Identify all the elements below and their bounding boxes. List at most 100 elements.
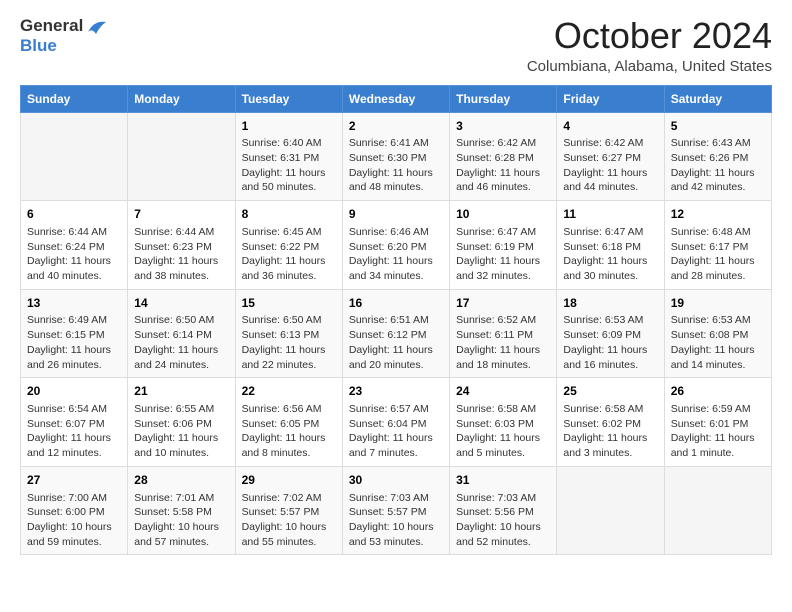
day-number: 11 — [563, 206, 657, 223]
day-number: 30 — [349, 472, 443, 489]
day-info: Sunrise: 6:40 AM Sunset: 6:31 PM Dayligh… — [242, 136, 336, 195]
calendar-cell: 17Sunrise: 6:52 AM Sunset: 6:11 PM Dayli… — [450, 289, 557, 378]
day-info: Sunrise: 6:44 AM Sunset: 6:24 PM Dayligh… — [27, 225, 121, 284]
day-number: 21 — [134, 383, 228, 400]
day-info: Sunrise: 6:53 AM Sunset: 6:09 PM Dayligh… — [563, 313, 657, 372]
calendar-cell: 2Sunrise: 6:41 AM Sunset: 6:30 PM Daylig… — [342, 112, 449, 201]
day-number: 17 — [456, 295, 550, 312]
logo-bird-icon — [86, 18, 108, 36]
col-header-saturday: Saturday — [664, 85, 771, 112]
day-info: Sunrise: 6:43 AM Sunset: 6:26 PM Dayligh… — [671, 136, 765, 195]
day-info: Sunrise: 6:54 AM Sunset: 6:07 PM Dayligh… — [27, 402, 121, 461]
calendar-cell: 20Sunrise: 6:54 AM Sunset: 6:07 PM Dayli… — [21, 378, 128, 467]
day-info: Sunrise: 6:48 AM Sunset: 6:17 PM Dayligh… — [671, 225, 765, 284]
day-info: Sunrise: 6:59 AM Sunset: 6:01 PM Dayligh… — [671, 402, 765, 461]
calendar-cell: 16Sunrise: 6:51 AM Sunset: 6:12 PM Dayli… — [342, 289, 449, 378]
day-info: Sunrise: 6:44 AM Sunset: 6:23 PM Dayligh… — [134, 225, 228, 284]
calendar-cell: 30 Sunrise: 7:03 AM Sunset: 5:57 PM Dayli… — [342, 466, 449, 555]
day-number: 3 — [456, 118, 550, 135]
day-info: Sunrise: 6:57 AM Sunset: 6:04 PM Dayligh… — [349, 402, 443, 461]
calendar-cell: 18Sunrise: 6:53 AM Sunset: 6:09 PM Dayli… — [557, 289, 664, 378]
day-info: Sunrise: 6:42 AM Sunset: 6:27 PM Dayligh… — [563, 136, 657, 195]
calendar-cell: 13Sunrise: 6:49 AM Sunset: 6:15 PM Dayli… — [21, 289, 128, 378]
day-number: 25 — [563, 383, 657, 400]
calendar-cell — [128, 112, 235, 201]
day-info: Sunrise: 7:00 AM Sunset: 6:00 PM Dayligh… — [27, 491, 121, 550]
day-info: Sunrise: 7:03 AM Sunset: 5:56 PM Dayligh… — [456, 491, 550, 550]
calendar-cell: 6 Sunrise: 6:44 AM Sunset: 6:24 PM Daylig… — [21, 201, 128, 290]
day-number: 7 — [134, 206, 228, 223]
day-info: Sunrise: 6:58 AM Sunset: 6:02 PM Dayligh… — [563, 402, 657, 461]
calendar-cell: 8 Sunrise: 6:45 AM Sunset: 6:22 PM Daylig… — [235, 201, 342, 290]
logo-text: General — [20, 16, 108, 36]
calendar-cell: 23 Sunrise: 6:57 AM Sunset: 6:04 PM Dayli… — [342, 378, 449, 467]
calendar-cell — [21, 112, 128, 201]
day-info: Sunrise: 6:42 AM Sunset: 6:28 PM Dayligh… — [456, 136, 550, 195]
day-info: Sunrise: 6:50 AM Sunset: 6:14 PM Dayligh… — [134, 313, 228, 372]
month-title: October 2024 — [527, 16, 772, 56]
calendar-cell: 26 Sunrise: 6:59 AM Sunset: 6:01 PM Dayli… — [664, 378, 771, 467]
day-info: Sunrise: 7:03 AM Sunset: 5:57 PM Dayligh… — [349, 491, 443, 550]
calendar-week-4: 20Sunrise: 6:54 AM Sunset: 6:07 PM Dayli… — [21, 378, 772, 467]
calendar-week-1: 1Sunrise: 6:40 AM Sunset: 6:31 PM Daylig… — [21, 112, 772, 201]
calendar-cell: 31 Sunrise: 7:03 AM Sunset: 5:56 PM Dayli… — [450, 466, 557, 555]
col-header-wednesday: Wednesday — [342, 85, 449, 112]
calendar: SundayMondayTuesdayWednesdayThursdayFrid… — [20, 85, 772, 556]
calendar-cell: 11 Sunrise: 6:47 AM Sunset: 6:18 PM Dayli… — [557, 201, 664, 290]
day-info: Sunrise: 6:51 AM Sunset: 6:12 PM Dayligh… — [349, 313, 443, 372]
col-header-thursday: Thursday — [450, 85, 557, 112]
calendar-cell: 24Sunrise: 6:58 AM Sunset: 6:03 PM Dayli… — [450, 378, 557, 467]
day-info: Sunrise: 6:45 AM Sunset: 6:22 PM Dayligh… — [242, 225, 336, 284]
col-header-tuesday: Tuesday — [235, 85, 342, 112]
day-number: 4 — [563, 118, 657, 135]
day-number: 8 — [242, 206, 336, 223]
day-number: 23 — [349, 383, 443, 400]
calendar-cell: 29Sunrise: 7:02 AM Sunset: 5:57 PM Dayli… — [235, 466, 342, 555]
day-number: 10 — [456, 206, 550, 223]
calendar-week-5: 27Sunrise: 7:00 AM Sunset: 6:00 PM Dayli… — [21, 466, 772, 555]
calendar-week-2: 6 Sunrise: 6:44 AM Sunset: 6:24 PM Daylig… — [21, 201, 772, 290]
day-number: 29 — [242, 472, 336, 489]
day-number: 15 — [242, 295, 336, 312]
calendar-cell: 28 Sunrise: 7:01 AM Sunset: 5:58 PM Dayli… — [128, 466, 235, 555]
day-info: Sunrise: 6:53 AM Sunset: 6:08 PM Dayligh… — [671, 313, 765, 372]
calendar-cell: 27Sunrise: 7:00 AM Sunset: 6:00 PM Dayli… — [21, 466, 128, 555]
day-number: 18 — [563, 295, 657, 312]
logo-blue-text: Blue — [20, 36, 108, 56]
day-info: Sunrise: 6:56 AM Sunset: 6:05 PM Dayligh… — [242, 402, 336, 461]
calendar-cell — [664, 466, 771, 555]
day-number: 16 — [349, 295, 443, 312]
location-title: Columbiana, Alabama, United States — [527, 58, 772, 75]
calendar-cell: 19Sunrise: 6:53 AM Sunset: 6:08 PM Dayli… — [664, 289, 771, 378]
day-number: 14 — [134, 295, 228, 312]
calendar-cell: 7 Sunrise: 6:44 AM Sunset: 6:23 PM Daylig… — [128, 201, 235, 290]
day-number: 22 — [242, 383, 336, 400]
calendar-cell: 5Sunrise: 6:43 AM Sunset: 6:26 PM Daylig… — [664, 112, 771, 201]
calendar-cell — [557, 466, 664, 555]
day-number: 13 — [27, 295, 121, 312]
day-number: 19 — [671, 295, 765, 312]
day-info: Sunrise: 6:55 AM Sunset: 6:06 PM Dayligh… — [134, 402, 228, 461]
day-info: Sunrise: 6:41 AM Sunset: 6:30 PM Dayligh… — [349, 136, 443, 195]
col-header-friday: Friday — [557, 85, 664, 112]
day-info: Sunrise: 6:50 AM Sunset: 6:13 PM Dayligh… — [242, 313, 336, 372]
calendar-cell: 4Sunrise: 6:42 AM Sunset: 6:27 PM Daylig… — [557, 112, 664, 201]
day-info: Sunrise: 7:01 AM Sunset: 5:58 PM Dayligh… — [134, 491, 228, 550]
calendar-cell: 21 Sunrise: 6:55 AM Sunset: 6:06 PM Dayli… — [128, 378, 235, 467]
day-number: 31 — [456, 472, 550, 489]
calendar-cell: 12 Sunrise: 6:48 AM Sunset: 6:17 PM Dayli… — [664, 201, 771, 290]
calendar-cell: 1Sunrise: 6:40 AM Sunset: 6:31 PM Daylig… — [235, 112, 342, 201]
day-number: 24 — [456, 383, 550, 400]
day-number: 9 — [349, 206, 443, 223]
day-number: 6 — [27, 206, 121, 223]
calendar-cell: 22 Sunrise: 6:56 AM Sunset: 6:05 PM Dayli… — [235, 378, 342, 467]
calendar-cell: 25 Sunrise: 6:58 AM Sunset: 6:02 PM Dayli… — [557, 378, 664, 467]
day-number: 12 — [671, 206, 765, 223]
title-area: October 2024 Columbiana, Alabama, United… — [527, 16, 772, 75]
day-number: 28 — [134, 472, 228, 489]
day-info: Sunrise: 6:47 AM Sunset: 6:18 PM Dayligh… — [563, 225, 657, 284]
day-number: 26 — [671, 383, 765, 400]
header: General Blue October 2024 Columbiana, Al… — [20, 16, 772, 75]
day-info: Sunrise: 6:49 AM Sunset: 6:15 PM Dayligh… — [27, 313, 121, 372]
day-info: Sunrise: 6:46 AM Sunset: 6:20 PM Dayligh… — [349, 225, 443, 284]
